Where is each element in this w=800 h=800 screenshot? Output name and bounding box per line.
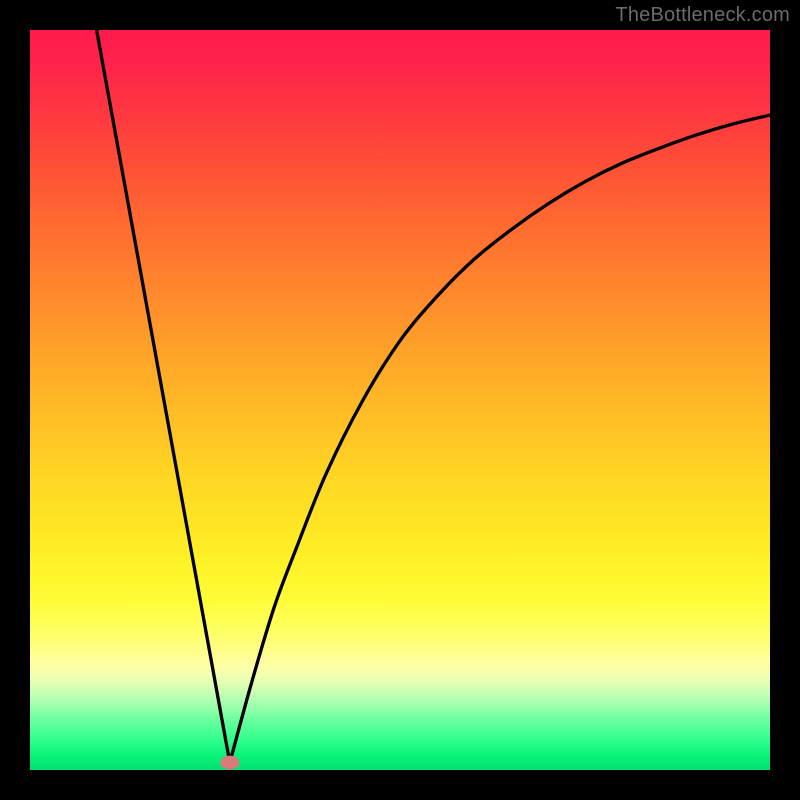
left-leg-path: [97, 30, 230, 763]
minimum-marker: [220, 755, 239, 770]
right-curve-path: [230, 115, 770, 763]
plot-area: [30, 30, 770, 770]
chart-frame: TheBottleneck.com: [0, 0, 800, 800]
curve-layer: [30, 30, 770, 770]
watermark-text: TheBottleneck.com: [615, 4, 790, 27]
curve-group: [97, 30, 770, 763]
